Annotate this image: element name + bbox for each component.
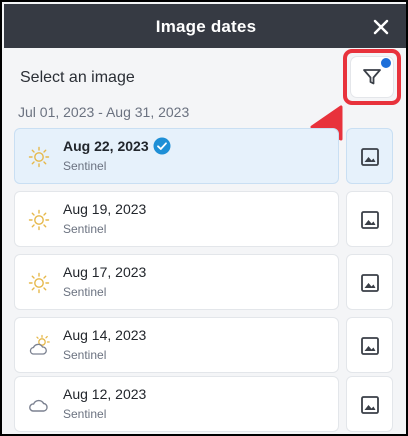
image-date: Aug 12, 2023 xyxy=(63,386,147,402)
image-preview-button[interactable] xyxy=(346,376,393,432)
image-source: Sentinel xyxy=(63,348,107,362)
image-preview-button[interactable] xyxy=(346,254,393,310)
close-button[interactable] xyxy=(369,15,393,39)
image-icon xyxy=(361,396,379,414)
image-preview-button[interactable] xyxy=(346,317,393,373)
image-list-item[interactable]: Aug 14, 2023 Sentinel xyxy=(14,317,339,373)
image-list-item[interactable]: Aug 22, 2023 Sentinel xyxy=(14,128,339,184)
close-icon xyxy=(373,19,389,35)
dialog-title: Image dates xyxy=(155,17,257,36)
image-icon xyxy=(361,148,379,166)
image-date: Aug 19, 2023 xyxy=(63,201,147,217)
image-source: Sentinel xyxy=(63,285,107,299)
image-icon xyxy=(361,211,379,229)
select-image-label: Select an image xyxy=(20,69,135,86)
image-preview-button[interactable] xyxy=(346,128,393,184)
cloud-icon xyxy=(27,393,51,417)
image-icon xyxy=(361,337,379,355)
sun-icon xyxy=(27,145,51,169)
partly-cloudy-icon xyxy=(27,334,51,358)
image-preview-button[interactable] xyxy=(346,191,393,247)
sun-icon xyxy=(27,208,51,232)
image-list-item[interactable]: Aug 12, 2023 Sentinel xyxy=(14,376,339,432)
dialog-header: Image dates xyxy=(4,4,406,48)
image-list-item[interactable]: Aug 17, 2023 Sentinel xyxy=(14,254,339,310)
image-date: Aug 14, 2023 xyxy=(63,327,147,343)
date-range: Jul 01, 2023 - Aug 31, 2023 xyxy=(18,104,190,120)
image-date: Aug 17, 2023 xyxy=(63,264,147,280)
selected-check-icon xyxy=(153,137,171,155)
image-source: Sentinel xyxy=(63,159,107,173)
sun-icon xyxy=(27,271,51,295)
image-source: Sentinel xyxy=(63,407,107,421)
image-icon xyxy=(361,274,379,292)
image-list-item[interactable]: Aug 19, 2023 Sentinel xyxy=(14,191,339,247)
image-source: Sentinel xyxy=(63,222,107,236)
image-date: Aug 22, 2023 xyxy=(63,138,149,154)
filter-highlight-annotation xyxy=(343,49,401,105)
